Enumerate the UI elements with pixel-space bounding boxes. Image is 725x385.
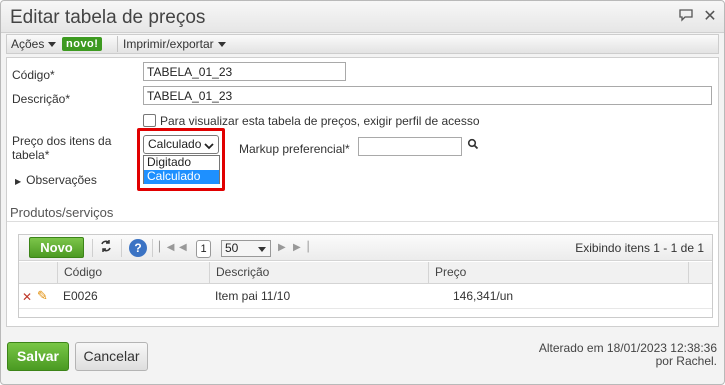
markup-label: Markup preferencial* (239, 142, 350, 156)
page-size-select[interactable]: 50 (221, 240, 271, 257)
item-price-label-line2: tabela* (12, 148, 50, 162)
grid-header-extra (688, 262, 712, 283)
dialog-menubar: Ações novo! Imprimir/exportar (6, 34, 719, 54)
cancel-button[interactable]: Cancelar (75, 342, 148, 371)
speech-bubble-icon[interactable] (677, 8, 695, 26)
access-profile-checkbox[interactable] (143, 114, 156, 127)
items-count-text: Exibindo itens 1 - 1 de 1 (575, 241, 704, 255)
close-icon[interactable]: ✕ (701, 8, 719, 26)
save-button[interactable]: Salvar (7, 342, 69, 371)
code-label: Código* (12, 68, 55, 82)
grid-header-actions (19, 262, 57, 283)
search-icon[interactable] (466, 138, 480, 152)
actions-menu[interactable]: Ações (11, 35, 57, 53)
toolbar-divider (92, 239, 93, 257)
toolbar-divider (121, 239, 122, 257)
page-number-input[interactable]: 1 (196, 240, 211, 258)
new-product-button[interactable]: Novo (29, 237, 84, 258)
form-panel: Código* Descrição* Para visualizar esta … (6, 57, 719, 327)
column-header-description[interactable]: Descrição (209, 262, 428, 283)
help-icon[interactable]: ? (129, 239, 147, 257)
chevron-down-icon (217, 42, 226, 48)
next-page-icon[interactable]: ▶ (278, 239, 286, 257)
print-export-menu[interactable]: Imprimir/exportar (123, 35, 226, 53)
observations-label: Observações (26, 173, 97, 187)
toolbar-divider (152, 239, 153, 257)
highlight-box (137, 128, 225, 191)
item-price-label-line1: Preço dos itens da (12, 134, 112, 148)
last-page-icon[interactable]: ▶▕ (293, 239, 308, 257)
chevron-down-icon (258, 247, 266, 252)
actions-menu-label: Ações (11, 37, 45, 51)
menu-divider (117, 36, 118, 52)
products-grid: Novo ? ▏◀ ◀ 1 50 ▶ ▶▕ Exibindo itens 1 -… (18, 234, 713, 318)
page-size-value: 50 (225, 241, 239, 255)
row-code: E0026 (63, 289, 98, 303)
pencil-icon[interactable]: ✎ (37, 288, 48, 304)
column-header-price[interactable]: Preço (428, 262, 688, 283)
expand-arrow-icon: ▶ (15, 177, 22, 186)
access-profile-checkbox-label: Para visualizar esta tabela de preços, e… (160, 114, 480, 128)
chevron-down-icon (48, 42, 57, 48)
markup-field[interactable] (358, 137, 462, 156)
refresh-icon[interactable] (97, 239, 115, 257)
previous-page-icon[interactable]: ◀ (179, 239, 187, 257)
audit-info: Alterado em 18/01/2023 12:38:36 por Rach… (539, 342, 717, 368)
dialog-titlebar: Editar tabela de preços ✕ (1, 1, 724, 33)
section-divider (7, 221, 718, 222)
grid-header: Código Descrição Preço (19, 262, 712, 284)
delete-icon[interactable]: ✕ (22, 290, 32, 304)
row-price: 146,341/un (453, 289, 514, 303)
products-section-title: Produtos/serviços (10, 205, 114, 220)
row-description: Item pai 11/10 (215, 289, 291, 303)
table-row[interactable]: ✕ ✎ E0026 Item pai 11/10 146,341/un (19, 285, 712, 309)
grid-toolbar: Novo ? ▏◀ ◀ 1 50 ▶ ▶▕ Exibindo itens 1 -… (19, 235, 712, 261)
description-label: Descrição* (12, 92, 71, 106)
new-badge: novo! (62, 37, 103, 51)
item-price-label: Preço dos itens da tabela* (12, 134, 111, 162)
code-field[interactable] (143, 62, 346, 81)
audit-line-2: por Rachel. (655, 354, 717, 368)
description-field[interactable] (143, 86, 712, 105)
edit-price-table-dialog: Editar tabela de preços ✕ Ações novo! Im… (0, 0, 725, 385)
first-page-icon[interactable]: ▏◀ (159, 239, 174, 257)
observations-toggle[interactable]: ▶ Observações (15, 173, 97, 187)
print-export-menu-label: Imprimir/exportar (123, 37, 214, 51)
dialog-title: Editar tabela de preços (10, 7, 206, 28)
column-header-code[interactable]: Código (57, 262, 209, 283)
